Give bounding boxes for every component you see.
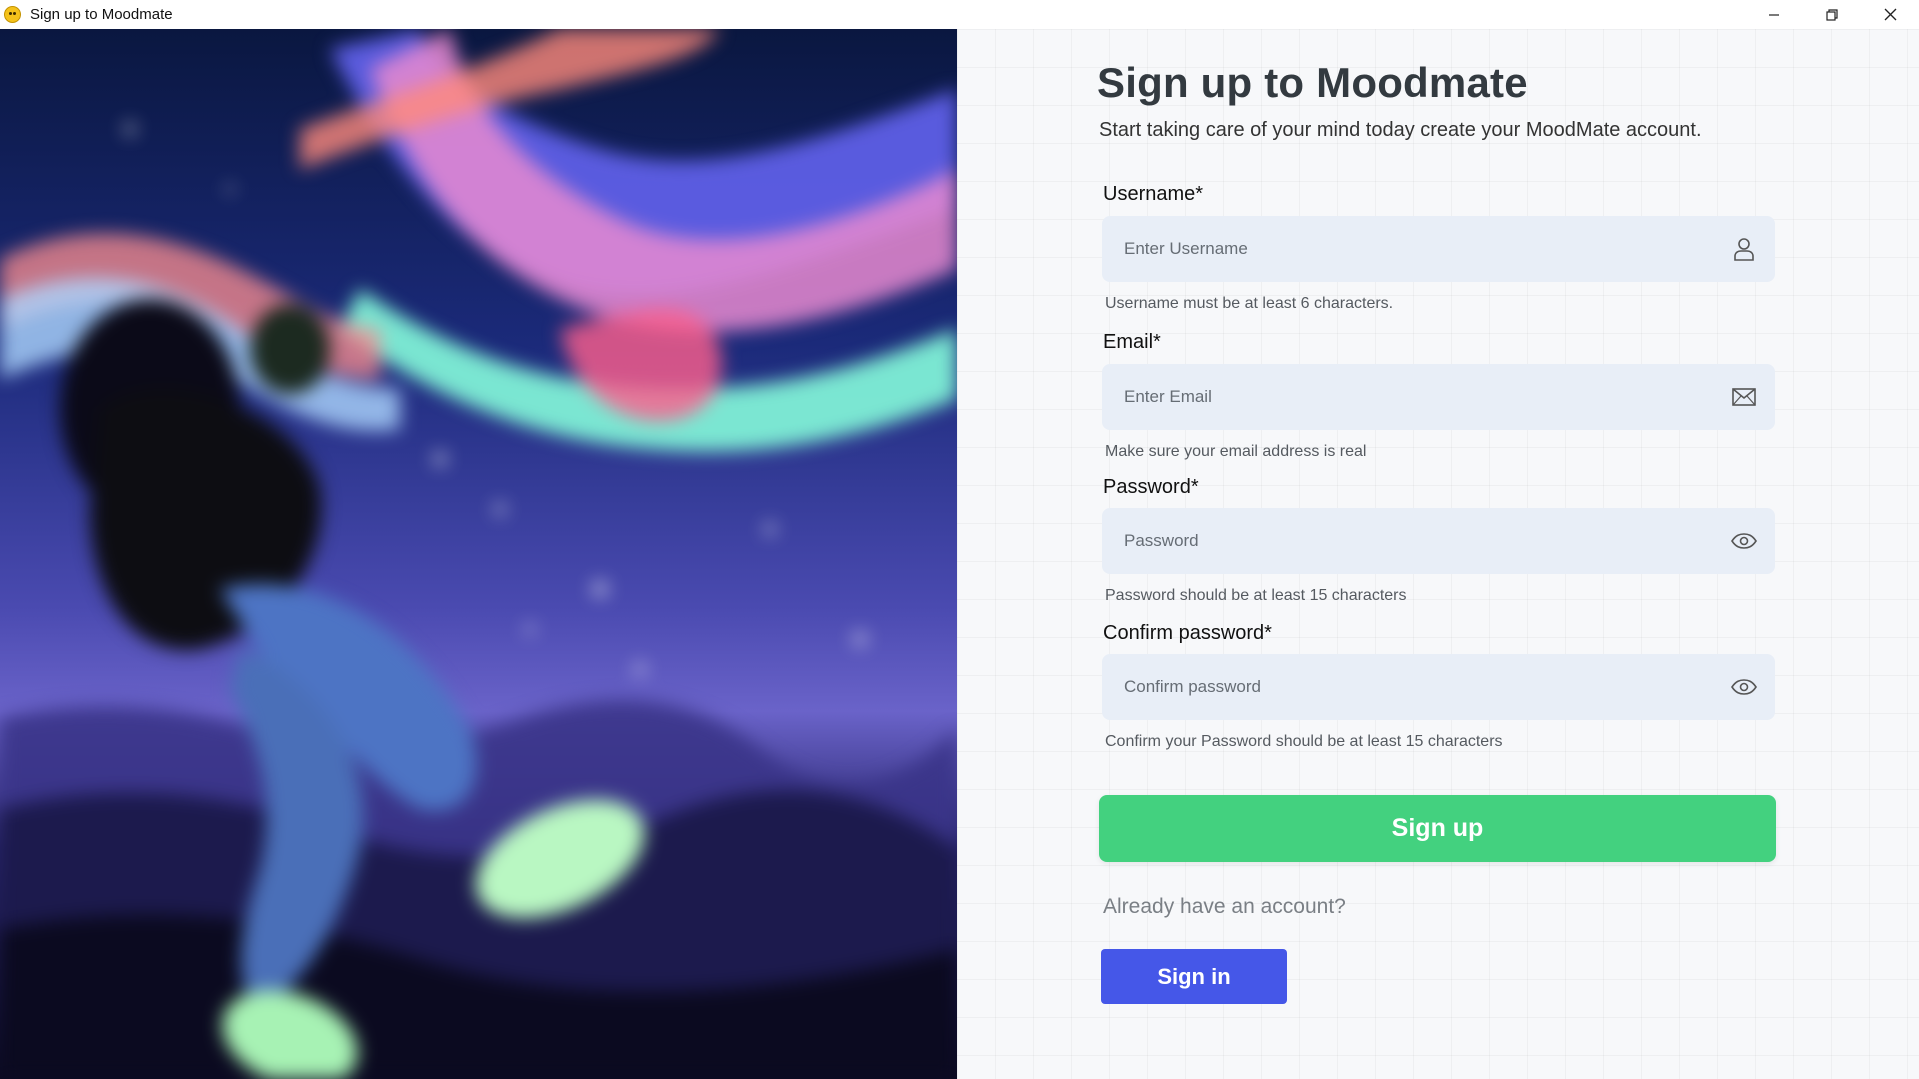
email-input[interactable] bbox=[1102, 364, 1724, 430]
illustration-floating-person-aurora bbox=[0, 29, 957, 1079]
minimize-button[interactable] bbox=[1745, 0, 1803, 29]
email-field bbox=[1102, 364, 1775, 430]
username-label: Username* bbox=[1103, 183, 1204, 205]
minimize-icon bbox=[1769, 13, 1779, 16]
username-field bbox=[1102, 216, 1775, 282]
window-title: Sign up to Moodmate bbox=[30, 6, 173, 23]
restore-icon bbox=[1826, 8, 1838, 21]
signin-button[interactable]: Sign in bbox=[1101, 949, 1287, 1004]
eye-icon[interactable] bbox=[1731, 528, 1757, 554]
restore-button[interactable] bbox=[1803, 0, 1861, 29]
user-icon bbox=[1731, 236, 1757, 262]
close-icon bbox=[1884, 8, 1896, 21]
page-title: Sign up to Moodmate bbox=[1097, 59, 1528, 106]
already-have-account-text: Already have an account? bbox=[1103, 895, 1346, 918]
hero-illustration bbox=[0, 29, 957, 1079]
signup-button[interactable]: Sign up bbox=[1099, 795, 1776, 862]
email-label: Email* bbox=[1103, 331, 1161, 353]
confirm-password-hint: Confirm your Password should be at least… bbox=[1105, 733, 1503, 750]
confirm-password-label: Confirm password* bbox=[1103, 622, 1272, 644]
password-hint: Password should be at least 15 character… bbox=[1105, 587, 1407, 604]
email-hint: Make sure your email address is real bbox=[1105, 443, 1367, 460]
confirm-password-field bbox=[1102, 654, 1775, 720]
username-hint: Username must be at least 6 characters. bbox=[1105, 295, 1394, 312]
envelope-icon bbox=[1731, 384, 1757, 410]
signup-panel: Sign up to Moodmate Start taking care of… bbox=[957, 29, 1919, 1079]
confirm-password-input[interactable] bbox=[1102, 654, 1724, 720]
close-button[interactable] bbox=[1861, 0, 1919, 29]
window-controls bbox=[1745, 0, 1919, 29]
password-label: Password* bbox=[1103, 476, 1199, 498]
password-field bbox=[1102, 508, 1775, 574]
smiley-face-icon bbox=[4, 6, 21, 23]
password-input[interactable] bbox=[1102, 508, 1724, 574]
page-subtitle: Start taking care of your mind today cre… bbox=[1099, 119, 1702, 141]
username-input[interactable] bbox=[1102, 216, 1724, 282]
eye-icon[interactable] bbox=[1731, 674, 1757, 700]
window-titlebar: Sign up to Moodmate bbox=[0, 0, 1919, 29]
